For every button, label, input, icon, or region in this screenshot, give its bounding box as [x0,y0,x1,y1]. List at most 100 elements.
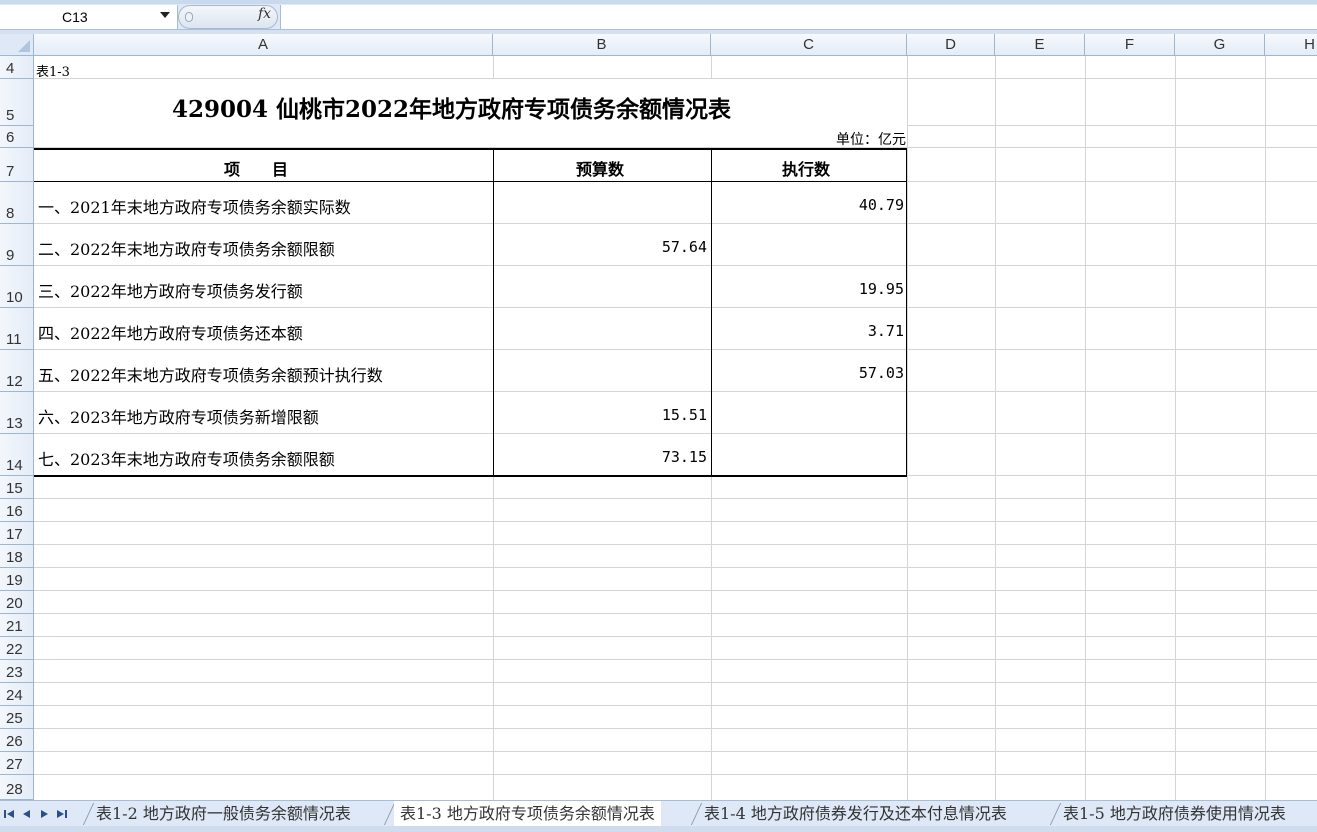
row-actual-5[interactable]: 57.03 [859,364,904,382]
row-budget-6[interactable]: 15.51 [662,406,707,424]
spreadsheet-grid[interactable]: A B C D E F G H 4 5 6 7 8 9 10 11 12 13 … [0,34,1317,800]
column-header-d[interactable]: D [907,34,995,56]
gridline [34,705,1317,706]
header-actual: 执行数 [782,160,831,179]
row-item-3[interactable]: 三、2022年地方政府专项债务发行额 [38,278,303,302]
gridline [34,349,1317,350]
row-header[interactable]: 17 [0,522,34,545]
table-top-border [34,148,907,150]
header-item: 项 目 [224,160,289,179]
row-item-2[interactable]: 二、2022年末地方政府专项债务余额限额 [38,236,335,260]
grip-icon [185,12,193,22]
header-budget: 预算数 [576,160,625,179]
row-header[interactable]: 11 [0,308,34,350]
table-bottom-border [34,475,907,477]
row-item-6[interactable]: 六、2023年地方政府专项债务新增限额 [38,404,319,428]
row-budget-7[interactable]: 73.15 [662,448,707,466]
column-header-a[interactable]: A [34,34,493,56]
row-header[interactable]: 20 [0,591,34,614]
gridline [34,659,1317,660]
name-box[interactable]: C13 [0,5,178,29]
row-header[interactable]: 10 [0,266,34,308]
row-header[interactable]: 8 [0,182,34,224]
row-item-5[interactable]: 五、2022年末地方政府专项债务余额预计执行数 [38,362,383,386]
row-header[interactable]: 14 [0,434,34,476]
gridline [34,498,1317,499]
sheet-tab-1-5[interactable]: 表1-5 地方政府债券使用情况表 [1057,801,1292,827]
sheet-tab-1-3[interactable]: 表1-3 地方政府专项债务余额情况表 [394,801,661,827]
name-box-value: C13 [62,9,88,25]
gridline [34,613,1317,614]
row-item-1[interactable]: 一、2021年末地方政府专项债务余额实际数 [38,194,351,218]
gridline [1265,56,1266,800]
gridline [1085,56,1086,800]
gridline [34,307,1317,308]
row-header[interactable]: 25 [0,706,34,729]
status-bar [0,826,1317,832]
previous-sheet-icon[interactable] [20,808,34,820]
table-label: 表1-3 [36,65,70,80]
gridline [34,751,1317,752]
row-header[interactable]: 23 [0,660,34,683]
gridline [34,544,1317,545]
column-header-b[interactable]: B [493,34,711,56]
column-header-f[interactable]: F [1085,34,1175,56]
row-item-4[interactable]: 四、2022年地方政府专项债务还本额 [38,320,303,344]
table-col-border [493,148,494,476]
gridline [907,56,908,800]
row-header[interactable]: 24 [0,683,34,706]
row-header[interactable]: 22 [0,637,34,660]
gridline [34,682,1317,683]
row-header[interactable]: 19 [0,568,34,591]
row-actual-4[interactable]: 3.71 [868,322,904,340]
gridline [1175,56,1176,800]
row-header[interactable]: 4 [0,56,34,79]
gridline [995,56,996,800]
row-header[interactable]: 9 [0,224,34,266]
column-header-h[interactable]: H [1265,34,1317,56]
row-header[interactable]: 18 [0,545,34,568]
row-header[interactable]: 27 [0,752,34,775]
first-sheet-icon[interactable] [3,808,17,820]
gridline [34,636,1317,637]
gridline [34,223,1317,224]
formula-bar: C13 fx [0,0,1317,34]
next-sheet-icon[interactable] [37,808,51,820]
table-header-border [34,181,907,182]
gridline [34,433,1317,434]
chevron-down-icon[interactable] [160,12,170,18]
column-header-c[interactable]: C [711,34,907,56]
formula-input[interactable] [280,5,1317,29]
page-title: 429004 仙桃市2022年地方政府专项债务余额情况表 [172,96,732,123]
ribbon-edge [0,0,1317,4]
column-header-e[interactable]: E [995,34,1085,56]
row-actual-3[interactable]: 19.95 [859,280,904,298]
row-item-7[interactable]: 七、2023年末地方政府专项债务余额限额 [38,446,335,470]
row-actual-1[interactable]: 40.79 [859,196,904,214]
gridline [34,265,1317,266]
sheet-tab-1-4[interactable]: 表1-4 地方政府债券发行及还本付息情况表 [698,801,1013,827]
row-header[interactable]: 21 [0,614,34,637]
unit-label: 单位：亿元 [836,132,906,148]
row-header[interactable]: 7 [0,148,34,182]
row-header[interactable]: 6 [0,126,34,148]
column-header-g[interactable]: G [1175,34,1265,56]
insert-function-icon[interactable]: fx [258,6,271,22]
gridline [34,391,1317,392]
gridline [34,728,1317,729]
gridline [34,774,1317,775]
row-header[interactable]: 15 [0,476,34,499]
row-header[interactable]: 5 [0,79,34,126]
row-header[interactable]: 26 [0,729,34,752]
row-header[interactable]: 28 [0,775,34,800]
table-right-border [906,148,907,476]
row-header[interactable]: 16 [0,499,34,522]
row-header[interactable]: 13 [0,392,34,434]
row-header[interactable]: 12 [0,350,34,392]
gridline [34,590,1317,591]
select-all-button[interactable] [0,34,34,56]
row-budget-2[interactable]: 57.64 [662,238,707,256]
last-sheet-icon[interactable] [54,808,68,820]
sheet-tab-1-2[interactable]: 表1-2 地方政府一般债务余额情况表 [90,801,357,827]
gridline [34,567,1317,568]
